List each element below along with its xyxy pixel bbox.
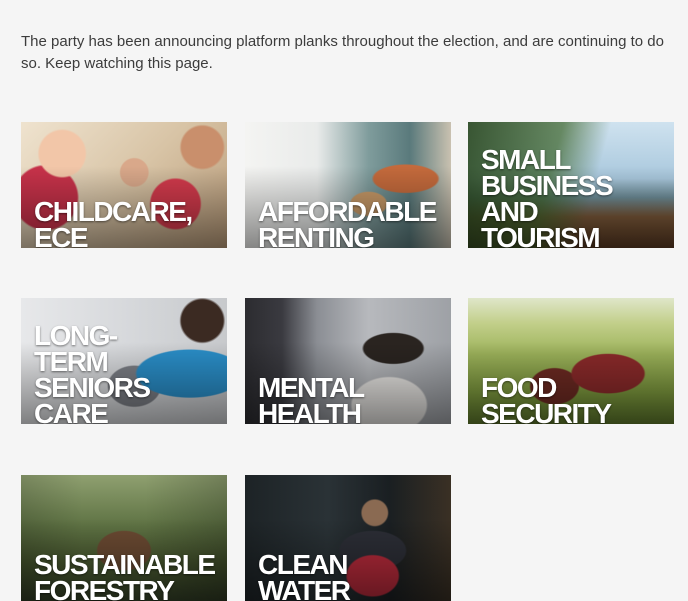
card-label: AFFORDABLE RENTING (258, 196, 437, 249)
card-clean-water[interactable]: CLEAN WATER (245, 475, 451, 601)
card-label: LONG- TERM SENIORS CARE (34, 320, 151, 425)
card-mental-health[interactable]: MENTAL HEALTH (245, 298, 451, 424)
card-affordable-renting[interactable]: AFFORDABLE RENTING (245, 122, 451, 248)
card-label: FOOD SECURITY (481, 372, 612, 425)
card-label: SUSTAINABLE FORESTRY (34, 549, 216, 601)
intro-text: The party has been announcing platform p… (21, 33, 664, 72)
card-long-term-seniors-care[interactable]: LONG- TERM SENIORS CARE (21, 298, 227, 424)
card-label: CLEAN WATER (258, 549, 351, 601)
card-label: MENTAL HEALTH (258, 372, 365, 425)
card-small-business-tourism[interactable]: SMALL BUSINESS AND TOURISM (468, 122, 674, 248)
card-label: SMALL BUSINESS AND TOURISM (481, 144, 614, 249)
card-food-security[interactable]: FOOD SECURITY (468, 298, 674, 424)
card-label: CHILDCARE, ECE (34, 196, 193, 249)
card-sustainable-forestry[interactable]: SUSTAINABLE FORESTRY (21, 475, 227, 601)
card-childcare-ece[interactable]: CHILDCARE, ECE (21, 122, 227, 248)
